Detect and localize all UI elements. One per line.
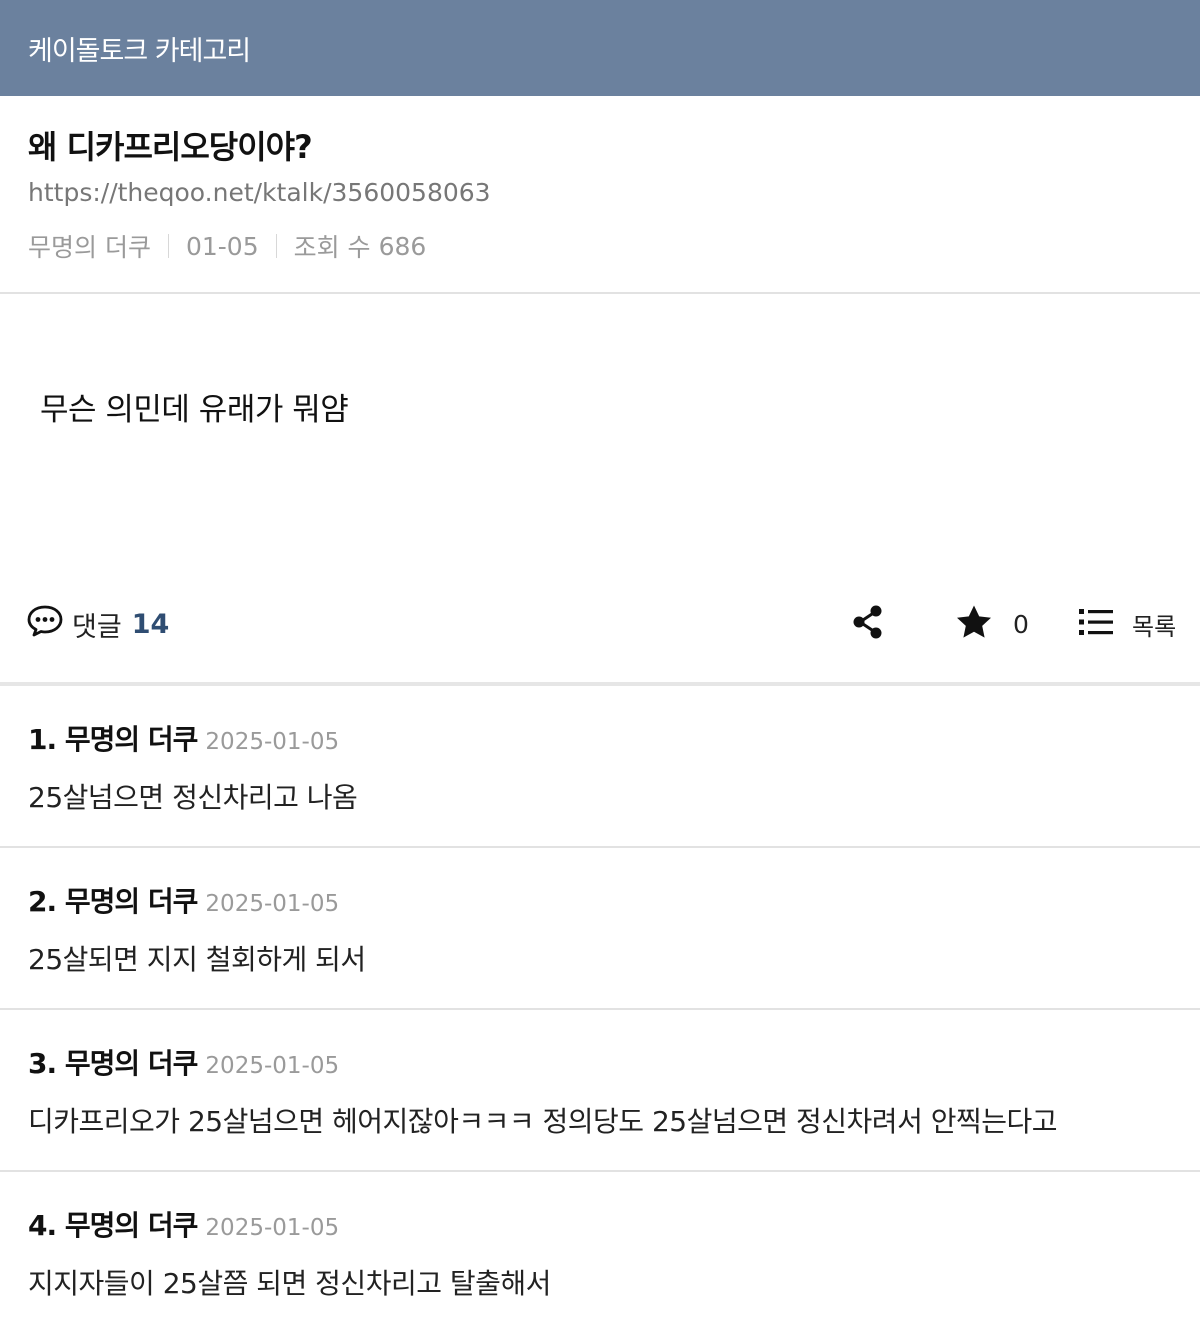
comment-count: 14 — [131, 609, 170, 640]
favorite-count: 0 — [1013, 609, 1029, 639]
views-count: 686 — [378, 231, 427, 261]
comment-author: 3. 무명의 더쿠 — [28, 1047, 198, 1080]
post-meta: 무명의 더쿠 01-05 조회 수 686 — [28, 228, 426, 264]
meta-divider — [275, 234, 277, 258]
comment-author: 2. 무명의 더쿠 — [28, 885, 198, 918]
comment-item: 1. 무명의 더쿠 2025-01-05 25살넘으면 정신차리고 나옴 — [0, 686, 1200, 848]
share-button[interactable] — [850, 604, 886, 644]
list-label: 목록 — [1132, 612, 1177, 641]
post-header: 왜 디카프리오당이야? https://theqoo.net/ktalk/356… — [0, 96, 1200, 294]
favorite-button[interactable]: 0 — [955, 604, 1029, 644]
comment-text: 25살넘으면 정신차리고 나옴 — [28, 781, 358, 814]
comment-author: 1. 무명의 더쿠 — [28, 723, 198, 756]
category-header[interactable]: 케이돌토크 카테고리 — [0, 0, 1200, 96]
comment-item: 3. 무명의 더쿠 2025-01-05 디카프리오가 25살넘으면 헤어지잖아… — [0, 1010, 1200, 1172]
meta-divider — [167, 234, 169, 258]
post-date: 01-05 — [185, 231, 259, 261]
post-url[interactable]: https://theqoo.net/ktalk/3560058063 — [28, 178, 491, 207]
speech-bubble-icon — [26, 604, 72, 645]
comment-list: 1. 무명의 더쿠 2025-01-05 25살넘으면 정신차리고 나옴 2. … — [0, 686, 1200, 1334]
comment-text: 디카프리오가 25살넘으면 헤어지잖아ㅋㅋㅋ 정의당도 25살넘으면 정신차려서… — [28, 1105, 1058, 1138]
comment-date: 2025-01-05 — [205, 729, 340, 755]
post-body: 무슨 의민데 유래가 뭐얌 — [40, 392, 349, 428]
post-title: 왜 디카프리오당이야? — [28, 128, 313, 166]
comment-text: 지지자들이 25살쯤 되면 정신차리고 탈출해서 — [28, 1267, 551, 1300]
comment-header: 1. 무명의 더쿠 2025-01-05 — [28, 718, 339, 758]
comment-header: 4. 무명의 더쿠 2025-01-05 — [28, 1204, 339, 1244]
comment-author: 4. 무명의 더쿠 — [28, 1209, 198, 1242]
comment-count-button[interactable]: 댓글 14 — [26, 604, 169, 645]
comment-label: 댓글 — [72, 612, 122, 643]
comment-text: 25살되면 지지 철회하게 되서 — [28, 943, 366, 976]
action-bar: 댓글 14 0 목록 — [0, 596, 1200, 656]
comment-date: 2025-01-05 — [205, 1215, 340, 1241]
list-icon — [1078, 607, 1114, 641]
comment-header: 3. 무명의 더쿠 2025-01-05 — [28, 1042, 339, 1082]
list-button[interactable]: 목록 — [1078, 604, 1176, 644]
star-icon — [955, 604, 993, 644]
category-title[interactable]: 케이돌토크 카테고리 — [28, 29, 251, 68]
comment-date: 2025-01-05 — [205, 891, 340, 917]
share-icon — [851, 604, 885, 644]
comment-date: 2025-01-05 — [205, 1053, 340, 1079]
views-label: 조회 수 — [293, 233, 371, 262]
post-author: 무명의 더쿠 — [28, 233, 151, 262]
comment-item: 4. 무명의 더쿠 2025-01-05 지지자들이 25살쯤 되면 정신차리고… — [0, 1172, 1200, 1334]
comment-item: 2. 무명의 더쿠 2025-01-05 25살되면 지지 철회하게 되서 — [0, 848, 1200, 1010]
comment-header: 2. 무명의 더쿠 2025-01-05 — [28, 880, 339, 920]
